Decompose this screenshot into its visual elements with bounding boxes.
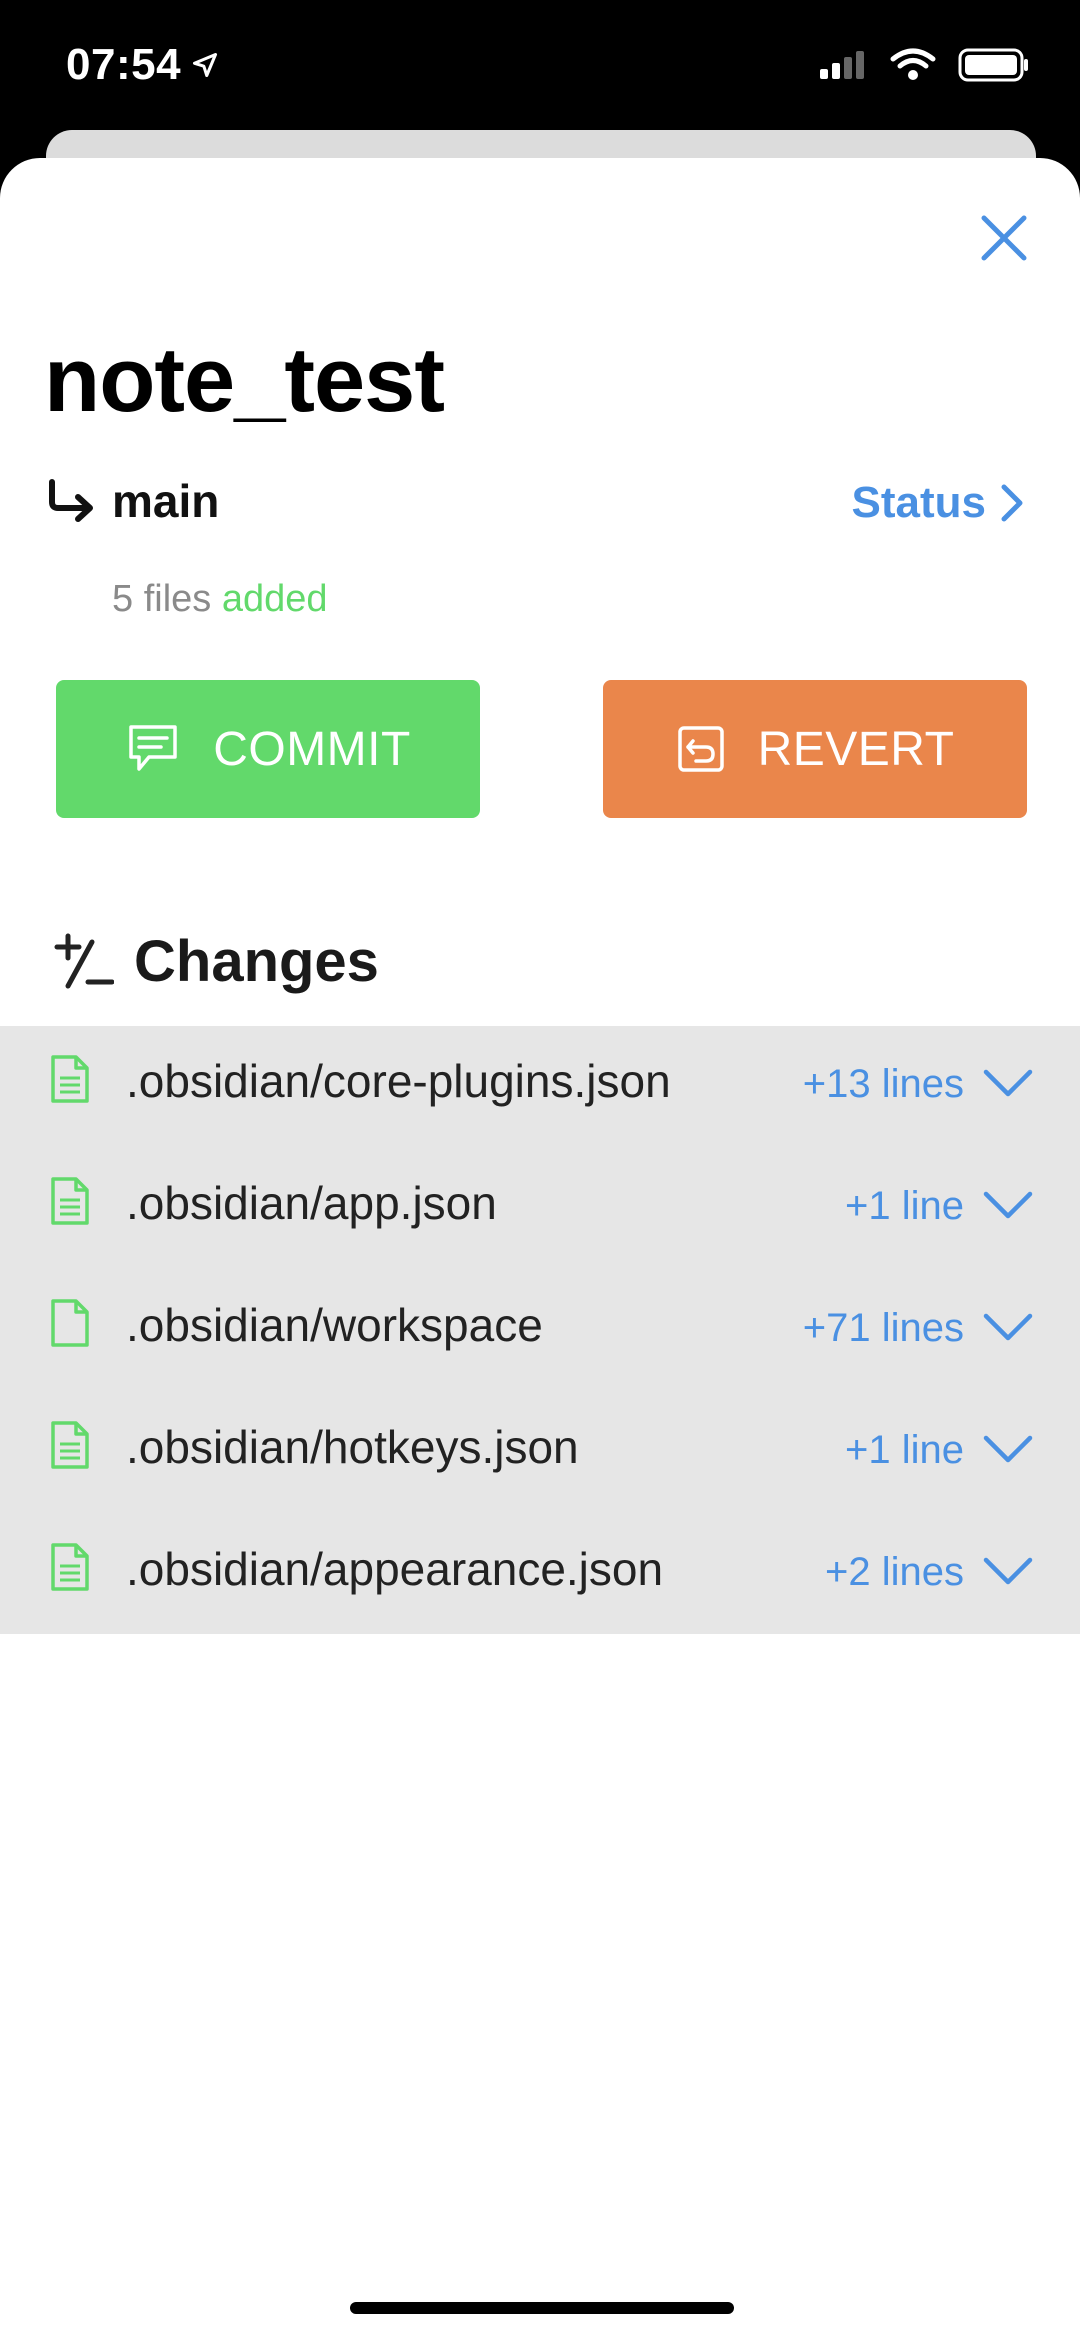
- file-icon: [51, 1177, 89, 1225]
- diff-count: +13 lines: [802, 1062, 964, 1106]
- changes-title: Changes: [134, 929, 379, 994]
- change-row[interactable]: .obsidian/workspace +71 lines: [0, 1270, 1080, 1392]
- branch-name: main: [112, 475, 220, 527]
- chevron-down-icon[interactable]: [982, 1068, 1034, 1098]
- change-row[interactable]: .obsidian/hotkeys.json +1 line: [0, 1392, 1080, 1514]
- branch-arrow-icon: [49, 479, 93, 522]
- status-icons: [820, 48, 1030, 82]
- status-link-label: Status: [851, 478, 986, 527]
- change-summary: 5 files added: [112, 578, 328, 621]
- message-icon: [129, 725, 177, 771]
- branch-row: main: [46, 474, 219, 528]
- change-row[interactable]: .obsidian/app.json +1 line: [0, 1148, 1080, 1270]
- chevron-down-icon[interactable]: [982, 1556, 1034, 1586]
- file-name: .obsidian/workspace: [126, 1299, 543, 1351]
- diff-count: +2 lines: [825, 1550, 964, 1594]
- file-icon: [51, 1421, 89, 1469]
- time-text: 07:54: [66, 40, 182, 89]
- repo-title: note_test: [44, 329, 445, 431]
- diff-count: +1 line: [845, 1184, 964, 1228]
- cellular-signal-icon: [820, 51, 864, 79]
- location-arrow-icon: [193, 52, 218, 78]
- commit-button[interactable]: COMMIT: [56, 680, 480, 818]
- status-time: 07:54: [66, 40, 219, 90]
- file-name: .obsidian/core-plugins.json: [126, 1055, 671, 1107]
- change-row[interactable]: .obsidian/appearance.json +2 lines: [0, 1514, 1080, 1636]
- revert-button[interactable]: REVERT: [603, 680, 1027, 818]
- files-count: 5 files: [112, 578, 212, 620]
- file-icon: [51, 1543, 89, 1591]
- chevron-down-icon[interactable]: [982, 1190, 1034, 1220]
- diff-count: +1 line: [845, 1428, 964, 1472]
- change-row[interactable]: .obsidian/core-plugins.json +13 lines: [0, 1026, 1080, 1148]
- chevron-down-icon[interactable]: [982, 1434, 1034, 1464]
- changes-list: .obsidian/core-plugins.json +13 lines .o…: [0, 1026, 1080, 1634]
- revert-icon: [677, 726, 724, 772]
- battery-icon: [958, 48, 1028, 82]
- status-link[interactable]: Status: [852, 478, 1024, 528]
- plus-minus-icon: [54, 933, 114, 988]
- chevron-right-icon: [1001, 484, 1023, 522]
- wifi-icon: [890, 48, 936, 80]
- close-icon[interactable]: [974, 208, 1034, 268]
- file-name: .obsidian/hotkeys.json: [126, 1421, 579, 1473]
- revert-label: REVERT: [757, 722, 955, 776]
- commit-label: COMMIT: [213, 722, 411, 776]
- file-name: .obsidian/app.json: [126, 1177, 497, 1229]
- added-label: added: [221, 578, 328, 620]
- status-bar: 07:54: [0, 0, 1080, 140]
- repository-sheet: note_test main Status 5 files added COMM…: [0, 158, 1080, 2337]
- file-name: .obsidian/appearance.json: [126, 1543, 664, 1595]
- home-indicator[interactable]: [350, 2302, 734, 2314]
- file-icon: [51, 1055, 89, 1103]
- changes-header: Changes: [54, 928, 379, 995]
- chevron-down-icon[interactable]: [982, 1312, 1034, 1342]
- file-icon: [51, 1299, 89, 1347]
- diff-count: +71 lines: [802, 1306, 964, 1350]
